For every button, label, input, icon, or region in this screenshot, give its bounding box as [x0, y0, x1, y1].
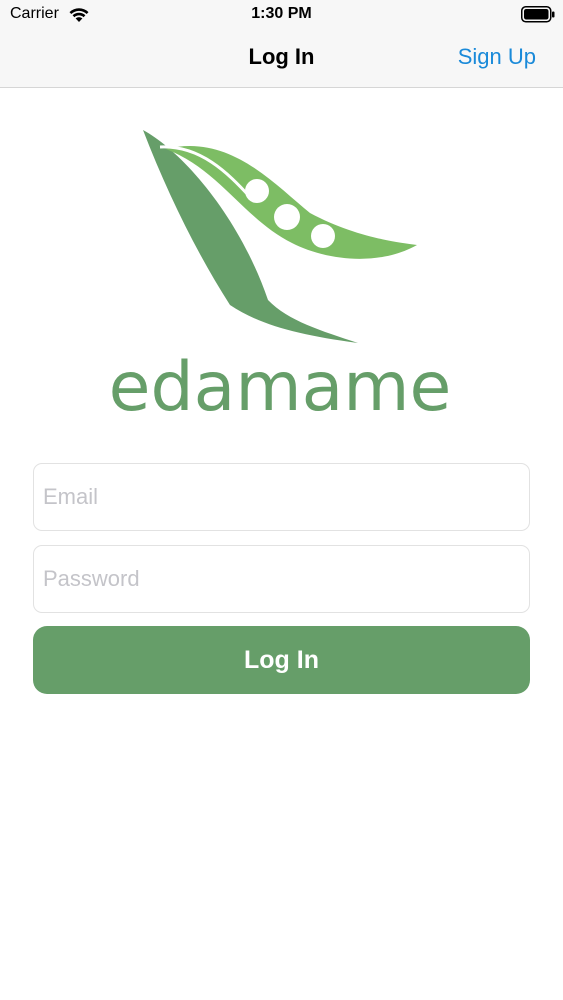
password-field[interactable]	[33, 545, 530, 613]
edamame-logo: edamame	[110, 130, 450, 425]
status-bar: Carrier 1:30 PM	[0, 0, 563, 30]
log-in-button[interactable]: Log In	[33, 626, 530, 694]
edamame-pod-logo	[143, 130, 417, 343]
email-field[interactable]	[33, 463, 530, 531]
clock: 1:30 PM	[251, 5, 312, 22]
password-input[interactable]	[34, 546, 529, 612]
email-input[interactable]	[34, 464, 529, 530]
sign-up-button[interactable]: Sign Up	[458, 44, 536, 70]
battery-icon	[521, 6, 555, 23]
wordmark: edamame	[110, 348, 450, 425]
navigation-bar: Log In Sign Up	[0, 30, 563, 88]
